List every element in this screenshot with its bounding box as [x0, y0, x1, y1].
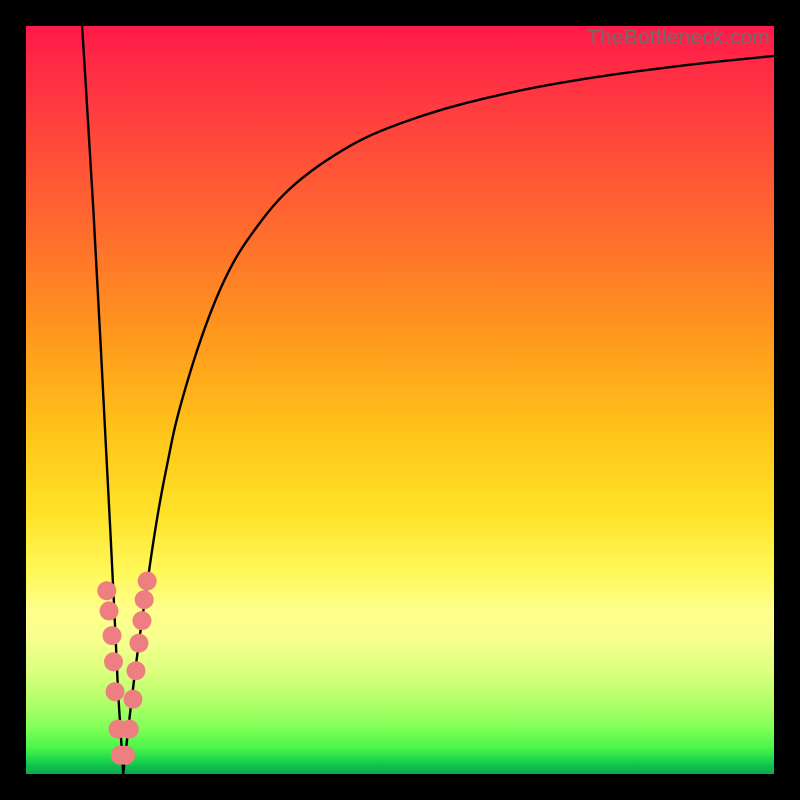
curve-group [82, 26, 774, 774]
data-marker [123, 690, 142, 709]
plot-area: TheBottleneck.com [26, 26, 774, 774]
data-marker [106, 682, 125, 701]
data-marker [100, 601, 119, 620]
watermark-text: TheBottleneck.com [587, 26, 770, 50]
data-marker [97, 581, 116, 600]
chart-frame: TheBottleneck.com [0, 0, 800, 800]
data-marker [129, 634, 148, 653]
data-marker [103, 626, 122, 645]
bottleneck-curve-right [123, 56, 774, 774]
chart-svg [26, 26, 774, 774]
data-marker [132, 611, 151, 630]
data-marker [135, 590, 154, 609]
data-marker [116, 746, 135, 765]
data-marker [126, 661, 145, 680]
marker-group [97, 572, 156, 765]
data-marker [138, 572, 157, 591]
data-marker [120, 720, 139, 739]
data-marker [104, 652, 123, 671]
